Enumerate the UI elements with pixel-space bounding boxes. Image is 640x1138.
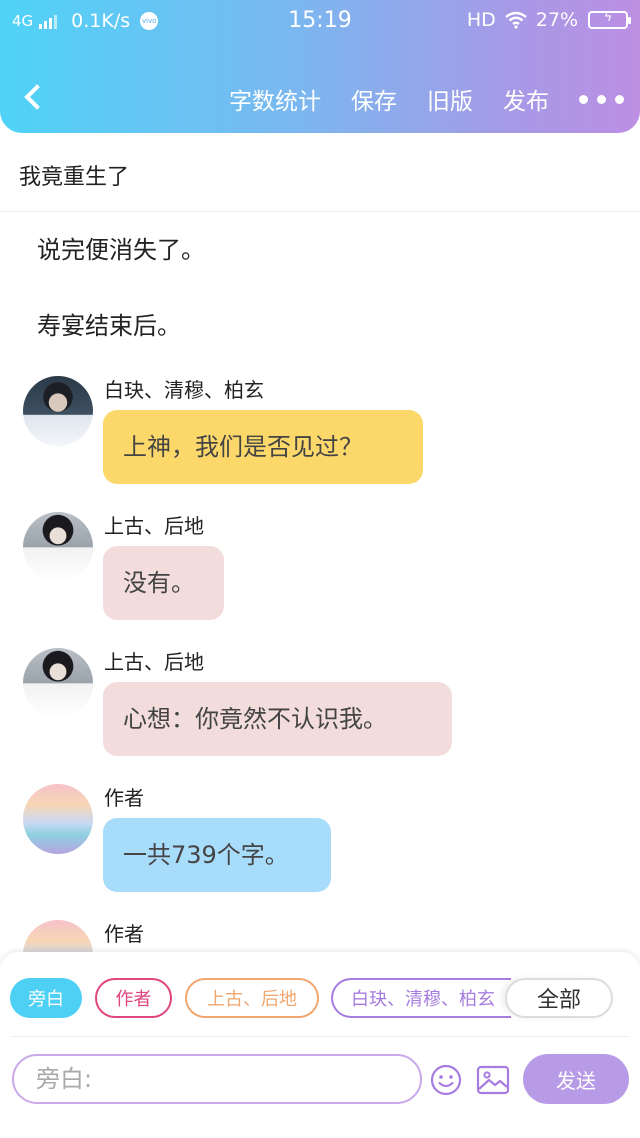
role-chip-author[interactable]: 作者 xyxy=(95,978,172,1018)
message-input-wrapper xyxy=(12,1054,422,1104)
woman-avatar[interactable] xyxy=(23,648,93,718)
role-chip-narrator[interactable]: 旁白 xyxy=(10,978,82,1018)
more-dots-icon[interactable] xyxy=(579,94,624,104)
all-roles-button[interactable]: 全部 xyxy=(505,978,613,1018)
speaker-name: 上古、后地 xyxy=(104,650,204,674)
man-avatar[interactable] xyxy=(23,376,93,446)
story-title-row[interactable]: 我竟重生了 xyxy=(0,133,640,212)
nav-actions: 字数统计 保存 旧版 发布 xyxy=(199,82,624,116)
divider xyxy=(10,1036,630,1037)
message-input[interactable] xyxy=(14,1056,420,1102)
woman-avatar[interactable] xyxy=(23,512,93,582)
back-icon[interactable] xyxy=(18,78,48,114)
narration-line[interactable]: 说完便消失了。 xyxy=(37,230,205,265)
story-title: 我竟重生了 xyxy=(19,165,130,190)
message-bubble[interactable]: 心想：你竟然不认识我。 xyxy=(103,682,452,756)
speaker-name: 上古、后地 xyxy=(104,514,204,538)
battery-percent: 27% xyxy=(535,9,578,31)
speaker-name: 白玦、清穆、柏玄 xyxy=(104,378,264,402)
conversation-list[interactable]: 说完便消失了。 寿宴结束后。 白玦、清穆、柏玄 上神，我们是否见过？ 上古、后地… xyxy=(0,212,640,952)
save-button[interactable]: 保存 xyxy=(351,82,397,116)
app-header: 4G 0.1K/s vivo 15:19 HD 27% ϟ 字数统计 保存 旧版… xyxy=(0,0,640,133)
old-version-button[interactable]: 旧版 xyxy=(427,82,473,116)
speaker-name: 作者 xyxy=(104,922,144,946)
speaker-name: 作者 xyxy=(104,786,144,810)
image-icon[interactable] xyxy=(476,1064,510,1096)
message-bubble[interactable]: 上神，我们是否见过？ xyxy=(103,410,423,484)
role-chip-baijue[interactable]: 白玦、清穆、柏玄 xyxy=(331,978,511,1018)
role-selector: 旁白 作者 上古、后地 白玦、清穆、柏玄 全部 xyxy=(10,978,630,1022)
composer-panel: 旁白 作者 上古、后地 白玦、清穆、柏玄 全部 发送 xyxy=(0,952,640,1138)
nav-bar: 字数统计 保存 旧版 发布 xyxy=(0,64,640,130)
author-avatar[interactable] xyxy=(23,920,93,952)
message-bubble[interactable]: 没有。 xyxy=(103,546,224,620)
status-bar: 4G 0.1K/s vivo 15:19 HD 27% ϟ xyxy=(0,0,640,44)
emoji-icon[interactable] xyxy=(430,1064,462,1096)
send-button[interactable]: 发送 xyxy=(523,1054,629,1104)
role-chip-shanggu[interactable]: 上古、后地 xyxy=(185,978,319,1018)
publish-button[interactable]: 发布 xyxy=(503,82,549,116)
wifi-icon xyxy=(504,11,527,29)
battery-icon: ϟ xyxy=(588,10,631,29)
message-bubble[interactable]: 一共739个字。 xyxy=(103,818,331,892)
hd-indicator: HD xyxy=(466,9,496,31)
narration-line[interactable]: 寿宴结束后。 xyxy=(37,306,181,341)
word-count-button[interactable]: 字数统计 xyxy=(229,82,321,116)
author-avatar[interactable] xyxy=(23,784,93,854)
status-right: HD 27% ϟ xyxy=(466,9,631,31)
